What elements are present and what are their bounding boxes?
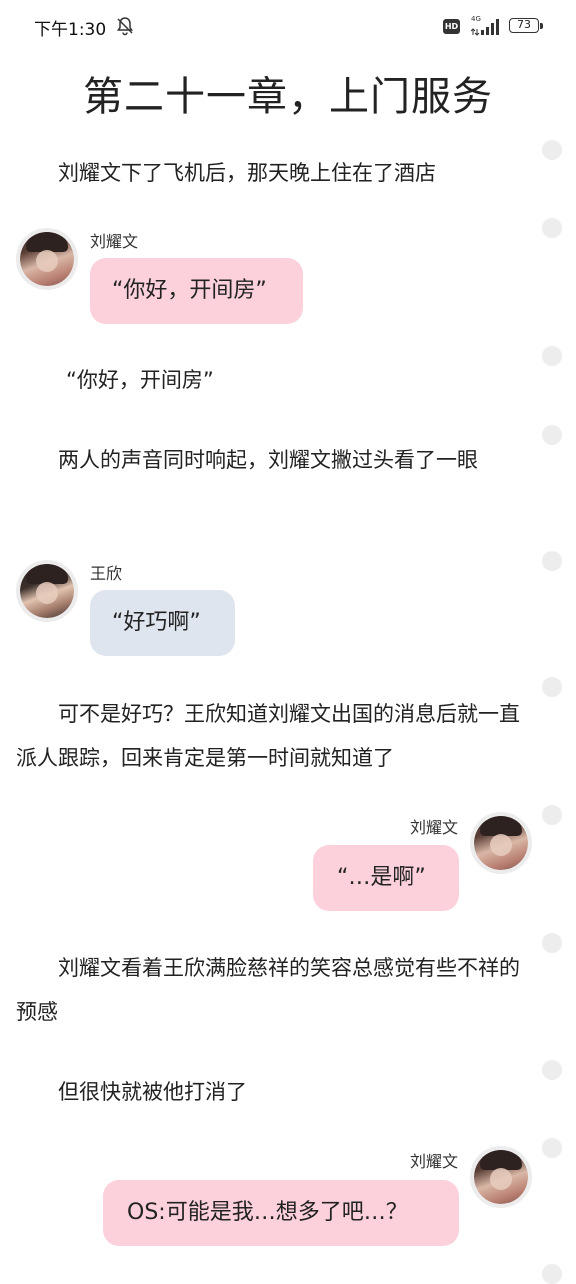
scroll-dot[interactable] [542,425,562,445]
story-paragraph: 刘耀文下了飞机后，那天晚上住在了酒店 [58,161,436,185]
speaker-name: 刘耀文 [409,818,458,837]
avatar[interactable] [470,812,532,874]
signal-icon: 4G [471,15,501,37]
avatar[interactable] [16,228,78,290]
scroll-dot[interactable] [542,677,562,697]
chat-bubble: “你好，开间房” [90,258,303,324]
scroll-dot[interactable] [542,1264,562,1284]
scroll-dot[interactable] [542,551,562,571]
chapter-title: 第二十一章，上门服务 [83,74,493,120]
scroll-dot[interactable] [542,1060,562,1080]
story-paragraph: 可不是好巧？王欣知道刘耀文出国的消息后就一直派人跟踪，回来肯定是第一时间就知道了 [16,702,520,770]
chat-bubble: OS:可能是我…想多了吧…？ [103,1180,459,1246]
speaker-name: 王欣 [90,564,123,583]
avatar[interactable] [470,1146,532,1208]
story-paragraph: “你好，开间房” [66,368,214,392]
chat-bubble: “好巧啊” [90,590,235,656]
scroll-dot[interactable] [542,140,562,160]
scroll-dot[interactable] [542,1138,562,1158]
hd-icon: HD [443,19,460,34]
avatar[interactable] [16,560,78,622]
scroll-dot[interactable] [542,805,562,825]
speaker-name: 刘耀文 [409,1152,458,1171]
status-bar: 下午1:30 HD 4G 73 [0,0,576,56]
bell-off-icon [116,17,134,36]
speaker-name: 刘耀文 [90,232,139,251]
battery-icon: 73 [509,18,539,33]
scroll-dot[interactable] [542,218,562,238]
chat-bubble: “…是啊” [313,845,459,911]
scroll-dot[interactable] [542,933,562,953]
story-paragraph: 刘耀文看着王欣满脸慈祥的笑容总感觉有些不祥的预感 [16,956,520,1024]
battery-tip [540,23,543,29]
story-paragraph: 两人的声音同时响起，刘耀文撇过头看了一眼 [58,448,478,472]
status-time: 下午1:30 [34,20,107,40]
story-paragraph: 但很快就被他打消了 [58,1080,247,1104]
